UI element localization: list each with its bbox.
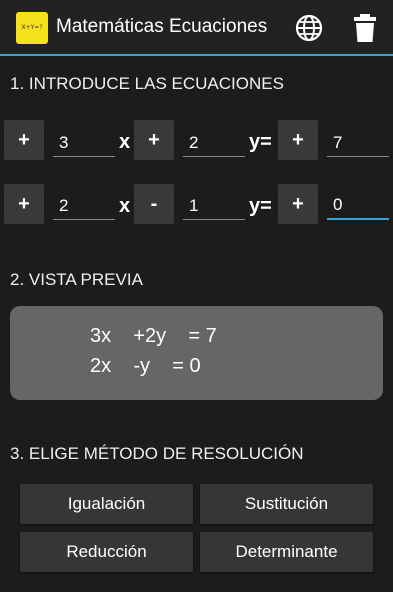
row2-y-label: y=: [249, 195, 272, 217]
preview-box: 3x +2y = 7 2x -y = 0: [10, 306, 383, 400]
delete-button[interactable]: [353, 13, 377, 43]
section-title-equations: 1. INTRODUCE LAS ECUACIONES: [10, 74, 284, 93]
preview-equation-1: 3x +2y = 7: [90, 325, 217, 347]
row2-y-sign-button[interactable]: -: [134, 184, 174, 224]
trash-icon: [354, 14, 376, 42]
row1-y-label: y=: [249, 131, 272, 153]
row1-x-coefficient-input[interactable]: [53, 129, 115, 157]
row2-result-input[interactable]: [327, 192, 389, 220]
row2-y-coefficient-input[interactable]: [183, 192, 245, 220]
globe-icon: [295, 14, 323, 42]
row1-x-label: x: [119, 131, 131, 153]
app-logo: X+Y=?: [16, 12, 48, 44]
row2-x-sign-button[interactable]: +: [4, 184, 44, 224]
app-title: Matemáticas Ecuaciones: [56, 16, 268, 37]
section-title-preview: 2. VISTA PREVIA: [10, 270, 143, 289]
method-reduccion-button[interactable]: Reducción: [20, 532, 193, 572]
language-button[interactable]: [294, 13, 324, 43]
row2-x-coefficient-input[interactable]: [53, 192, 115, 220]
row2-x-label: x: [119, 195, 131, 217]
row1-y-coefficient-input[interactable]: [183, 129, 245, 157]
preview-equation-2: 2x -y = 0: [90, 355, 201, 377]
app-bar: X+Y=? Matemáticas Ecuaciones: [0, 0, 393, 56]
method-sustitucion-button[interactable]: Sustitución: [200, 484, 373, 524]
method-igualacion-button[interactable]: Igualación: [20, 484, 193, 524]
row1-x-sign-button[interactable]: +: [4, 120, 44, 160]
row1-y-sign-button[interactable]: +: [134, 120, 174, 160]
row1-result-sign-button[interactable]: +: [278, 120, 318, 160]
row2-result-sign-button[interactable]: +: [278, 184, 318, 224]
section-title-method: 3. ELIGE MÉTODO DE RESOLUCIÓN: [10, 444, 304, 463]
row1-result-input[interactable]: [327, 129, 389, 157]
method-determinante-button[interactable]: Determinante: [200, 532, 373, 572]
